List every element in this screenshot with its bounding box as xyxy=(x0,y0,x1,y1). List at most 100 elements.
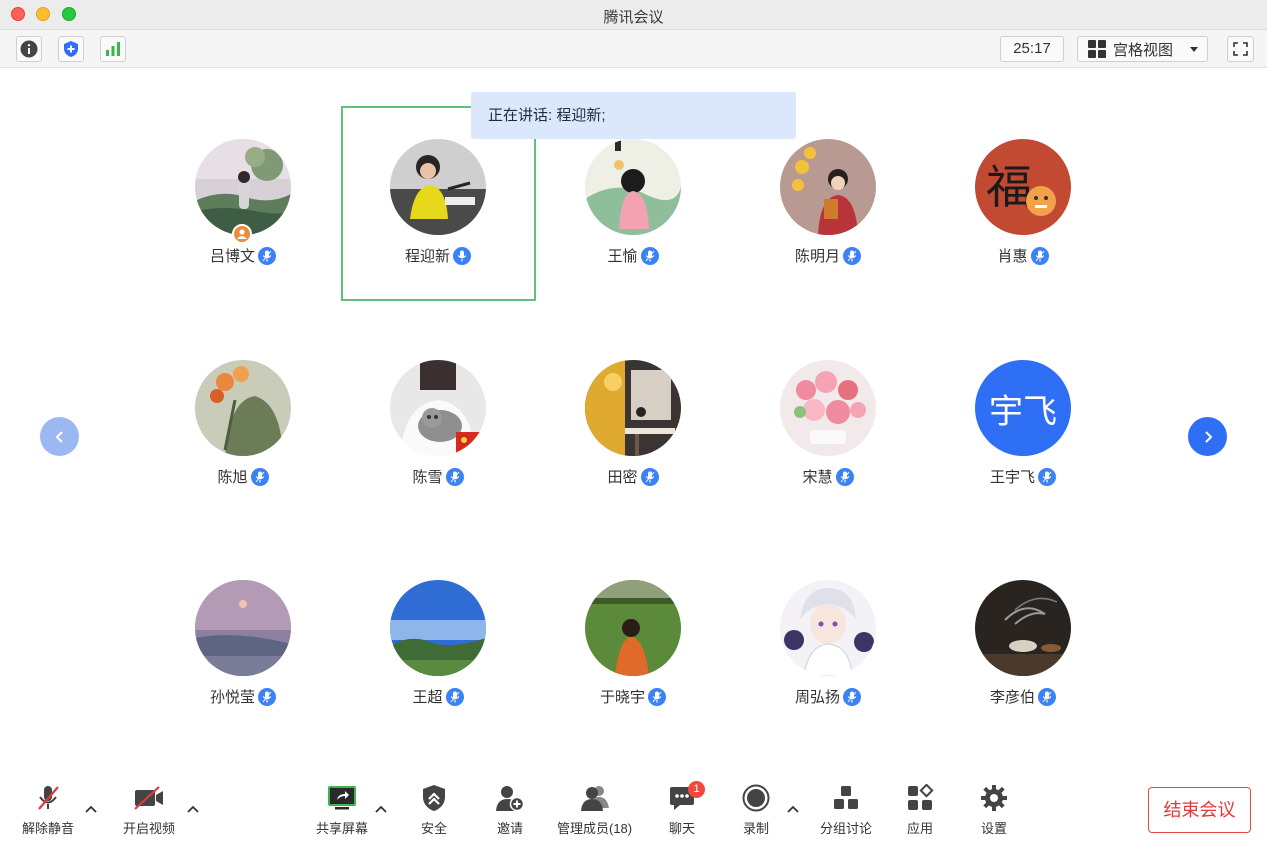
caret-down-icon xyxy=(1190,46,1198,52)
record-label: 录制 xyxy=(742,821,769,836)
microphone-icon xyxy=(648,687,666,706)
participant-name-row: 肖惠 xyxy=(925,245,1121,266)
share-screen-button[interactable]: 共享屏幕 xyxy=(316,784,368,837)
network-status-button[interactable] xyxy=(100,36,126,62)
fullscreen-icon xyxy=(1233,42,1248,56)
microphone-icon xyxy=(250,467,269,486)
participant-tile[interactable]: 孙悦莹 xyxy=(145,548,341,744)
record-icon xyxy=(742,784,770,812)
chat-unread-badge: 1 xyxy=(688,781,705,798)
manage-members-label: 管理成员(18) xyxy=(557,821,633,836)
chat-label: 聊天 xyxy=(668,821,695,836)
start-video-label: 开启视频 xyxy=(123,821,176,836)
fullscreen-button[interactable] xyxy=(1227,36,1254,62)
participant-name-row: 孙悦莹 xyxy=(145,686,341,707)
avatar xyxy=(780,139,876,235)
video-options-chevron-icon[interactable] xyxy=(186,804,200,814)
participant-name: 王超 xyxy=(412,689,443,706)
participant-name: 王宇飞 xyxy=(989,469,1035,486)
participant-name: 王愉 xyxy=(607,248,638,265)
participant-tile[interactable]: 于晓宇 xyxy=(535,548,731,744)
avatar-initials-text: 宇飞 xyxy=(989,392,1057,431)
avatar xyxy=(975,580,1071,676)
microphone-icon xyxy=(1030,246,1049,265)
participant-name-row: 王超 xyxy=(340,686,536,707)
participant-tile[interactable]: 陈旭 xyxy=(145,328,341,524)
participant-tile[interactable]: 吕博文 xyxy=(145,107,341,303)
video-off-icon xyxy=(134,786,163,810)
security-status-button[interactable] xyxy=(58,36,84,62)
participant-tile[interactable]: 宇飞 王宇飞 xyxy=(925,328,1121,524)
avatar: 福 xyxy=(975,139,1071,235)
next-page-button[interactable] xyxy=(1188,417,1227,456)
info-button[interactable] xyxy=(16,36,42,62)
microphone-muted-icon xyxy=(38,786,59,810)
title-bar: 腾讯会议 xyxy=(0,0,1267,30)
speaking-banner: 正在讲话: 程迎新; xyxy=(471,92,796,139)
participant-tile[interactable]: 福 肖惠 xyxy=(925,107,1121,303)
participant-tile[interactable]: 王超 xyxy=(340,548,536,744)
share-options-chevron-icon[interactable] xyxy=(374,804,388,814)
avatar xyxy=(195,139,291,235)
participant-tile[interactable]: 周弘扬 xyxy=(730,548,926,744)
participant-name: 肖惠 xyxy=(997,248,1028,265)
microphone-icon xyxy=(640,467,659,486)
security-label: 安全 xyxy=(421,821,448,836)
record-button[interactable]: 录制 xyxy=(742,784,770,837)
members-icon xyxy=(580,786,609,811)
microphone-icon xyxy=(258,687,276,706)
invite-user-icon xyxy=(496,786,525,812)
microphone-icon xyxy=(843,687,861,706)
chevron-right-icon xyxy=(1204,430,1212,443)
participant-name: 陈旭 xyxy=(217,469,248,486)
participant-name-row: 陈明月 xyxy=(730,245,926,266)
record-options-chevron-icon[interactable] xyxy=(786,804,800,814)
view-mode-dropdown[interactable]: 宫格视图 xyxy=(1077,36,1208,62)
participant-name-row: 王宇飞 xyxy=(925,466,1121,487)
share-screen-label: 共享屏幕 xyxy=(316,821,369,836)
avatar xyxy=(195,580,291,676)
avatar xyxy=(585,139,681,235)
apps-icon xyxy=(908,784,934,810)
invite-label: 邀请 xyxy=(496,821,523,836)
svg-text:福: 福 xyxy=(986,160,1032,214)
settings-button[interactable]: 设置 xyxy=(980,784,1008,837)
chevron-left-icon xyxy=(55,430,63,443)
audio-options-chevron-icon[interactable] xyxy=(84,804,98,814)
previous-page-button[interactable] xyxy=(40,417,79,456)
unmute-button[interactable]: 解除静音 xyxy=(22,784,74,837)
participant-name: 宋慧 xyxy=(802,469,833,486)
shield-icon xyxy=(423,785,445,811)
microphone-icon xyxy=(843,246,861,265)
breakout-rooms-label: 分组讨论 xyxy=(820,821,873,836)
participant-name-row: 程迎新 xyxy=(340,245,536,266)
top-toolbar: 25:17 宫格视图 xyxy=(0,30,1267,68)
participant-name-row: 宋慧 xyxy=(730,466,926,487)
security-button[interactable]: 安全 xyxy=(421,784,447,837)
participant-name: 田密 xyxy=(607,469,638,486)
participant-tile[interactable]: 陈雪 xyxy=(340,328,536,524)
avatar xyxy=(195,360,291,456)
apps-button[interactable]: 应用 xyxy=(906,784,934,837)
participant-tile[interactable]: 李彦伯 xyxy=(925,548,1121,744)
microphone-icon xyxy=(640,246,659,265)
meeting-timer: 25:17 xyxy=(1000,36,1064,62)
avatar xyxy=(390,139,486,235)
participant-tile[interactable]: 宋慧 xyxy=(730,328,926,524)
microphone-icon xyxy=(258,246,276,265)
breakout-rooms-button[interactable]: 分组讨论 xyxy=(820,784,872,837)
avatar xyxy=(585,580,681,676)
participant-name-row: 李彦伯 xyxy=(925,686,1121,707)
manage-members-button[interactable]: 管理成员(18) xyxy=(557,784,632,837)
participant-name-row: 王愉 xyxy=(535,245,731,266)
avatar xyxy=(390,580,486,676)
invite-button[interactable]: 邀请 xyxy=(495,784,525,837)
end-meeting-button[interactable]: 结束会议 xyxy=(1148,787,1251,833)
avatar-initials: 宇飞 xyxy=(975,360,1071,456)
participant-name: 陈雪 xyxy=(412,469,443,486)
microphone-icon xyxy=(1038,467,1056,486)
participant-tile[interactable]: 田密 xyxy=(535,328,731,524)
start-video-button[interactable]: 开启视频 xyxy=(123,784,175,837)
gear-icon xyxy=(981,785,1007,811)
microphone-active-icon xyxy=(453,246,471,265)
